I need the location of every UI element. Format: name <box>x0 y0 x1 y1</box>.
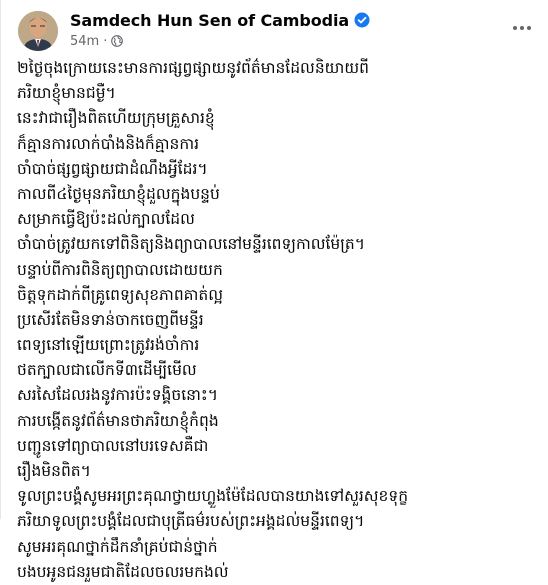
post-text: ២ថ្ងៃចុងក្រោយនេះមានការផ្សព្វផ្សាយនូវព័ត៌… <box>17 56 537 585</box>
post-text-line: ចាំបាច់ផ្សព្វផ្សាយជាដំណឹងអ្វីដែរ។ <box>17 159 208 178</box>
verified-badge-icon <box>354 12 370 28</box>
post-text-line: ភរិយាទូលព្រះបង្គំដែលជាបុត្រីធម៌របស់ព្រះអ… <box>17 512 365 531</box>
post-text-line: ថតក្បាលជាលើកទី៣ដើម្បីមើល <box>17 361 197 380</box>
more-options-button[interactable] <box>508 14 536 42</box>
post-text-line: សរសៃដែលរងនូវការប៉ះទង្គិចនោះ។ <box>17 386 218 405</box>
post-text-line: ភរិយាខ្ញុំមានជម្ងឺ។ <box>17 84 116 103</box>
post-text-line: ការបង្កើតនូវព័ត៌មានថាភរិយាខ្ញុំកំពុង <box>17 411 219 430</box>
post-text-line: បងបអូនជនរួមជាតិដែលចលរមកងល់ <box>17 562 229 581</box>
post-text-line: បន្ទាប់ពីការពិនិត្យព្យាបាលដោយយក <box>17 260 223 279</box>
globe-icon[interactable] <box>111 35 124 47</box>
post-text-line: ចាំបាច់ត្រូវយកទៅពិនិត្យនិងព្យាបាលនៅមន្ទី… <box>17 235 365 254</box>
facebook-post: Samdech Hun Sen of Cambodia 54m · ២ថ្ងៃច… <box>0 0 548 581</box>
post-text-line: ២ថ្ងៃចុងក្រោយនេះមានការផ្សព្វផ្សាយនូវព័ត៌… <box>17 59 369 77</box>
post-text-line: នេះវាជារឿងពិតហើយក្រុមគ្រួសារខ្ញុំ <box>17 109 215 128</box>
post-text-line: ក៏គ្មានការលាក់បាំងនិងក៏គ្មានការ <box>17 134 200 153</box>
post-text-line: ពេទ្យនៅឡើយព្រោះត្រូវរង់ចាំការ <box>17 336 200 355</box>
post-text-line: សូមអរគុណថ្នាក់ដឹកនាំគ្រប់ជាន់ថ្នាក់ <box>17 537 218 556</box>
post-text-line: សម្រាកធ្វើឱ្យប៉ះដល់ក្បាលដែល <box>17 210 195 229</box>
post-text-line: រឿងមិនពិត។ <box>17 462 91 480</box>
author-avatar[interactable] <box>18 11 58 51</box>
post-timestamp[interactable]: 54m <box>70 34 99 49</box>
meta-separator: · <box>103 33 108 49</box>
author-name[interactable]: Samdech Hun Sen of Cambodia <box>70 11 349 30</box>
post-text-line: បញ្ជូនទៅព្យាបាលនៅបរទេសគឺជា <box>17 436 209 455</box>
post-text-line: ចិត្តទុកដាក់ពីគ្រូពេទ្យសុខភាពគាត់ល្អ <box>17 285 224 304</box>
post-text-line: កាលពី៤ថ្ងៃមុនភរិយាខ្ញុំដួលក្នុងបន្ទប់ <box>17 184 220 203</box>
author-header: Samdech Hun Sen of Cambodia <box>70 9 370 31</box>
avatar-image <box>18 11 58 51</box>
post-meta: 54m · <box>70 33 124 49</box>
more-options-icon <box>513 26 531 30</box>
post-text-line: ទូលព្រះបង្គំសូមអរព្រះគុណថ្វាយហ្លួងម៉ែដែល… <box>17 487 409 506</box>
post-text-line: ប្រសើរតែមិនទាន់ចាកចេញពីមន្ទីរ <box>17 310 204 329</box>
